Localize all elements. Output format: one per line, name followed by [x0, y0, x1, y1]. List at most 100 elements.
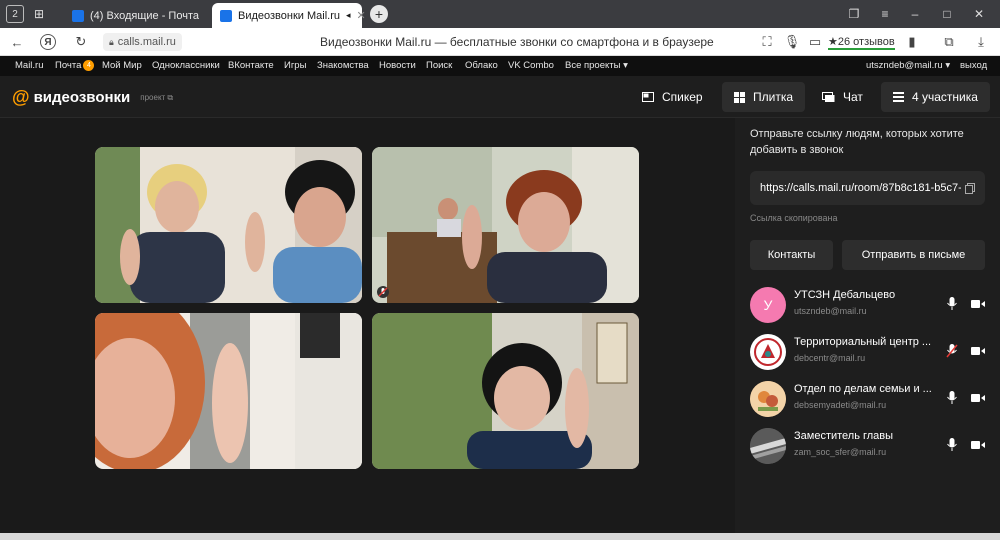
avatar-letter: У [763, 297, 773, 313]
video-feed-image [95, 147, 362, 303]
video-grid [0, 118, 735, 540]
url-field[interactable]: 🔒︎ calls.mail.ru [103, 33, 182, 51]
participant-name: УТСЗН Дебальцево [794, 289, 896, 301]
lock-icon: 🔒︎ [109, 36, 114, 47]
copy-icon[interactable] [965, 182, 975, 194]
portal-link-ok[interactable]: Одноклассники [152, 60, 220, 71]
avatar: У [750, 287, 786, 323]
chat-button[interactable]: Чат [810, 82, 875, 112]
portal-link-all-projects[interactable]: Все проекты ▾ [565, 60, 628, 71]
download-icon[interactable]: ⤓ [972, 33, 990, 51]
list-icon [893, 92, 904, 102]
portal-link-dating[interactable]: Знакомства [317, 60, 369, 71]
portal-link-moymir[interactable]: Мой Мир [102, 60, 142, 71]
avatar [750, 428, 786, 464]
video-feed-image [95, 313, 362, 469]
speaker-view-icon [642, 92, 654, 102]
app-header: @ видеозвонки проект ⧉ Спикер Плитка Чат… [0, 76, 1000, 118]
participant-name: Отдел по делам семьи и ... [794, 383, 932, 395]
avatar [750, 381, 786, 417]
invite-description: Отправьте ссылку людям, которых хотите д… [750, 128, 964, 156]
mic-icon[interactable] [946, 438, 958, 452]
address-bar: ← Я ↻ 🔒︎ calls.mail.ru Видеозвонки Mail.… [0, 28, 1000, 56]
chat-label: Чат [843, 90, 863, 104]
portal-link-pochta[interactable]: Почта 4 [55, 60, 95, 72]
minimize-icon[interactable]: – [906, 5, 924, 23]
logout-link[interactable]: выход [960, 60, 987, 71]
mic-off-icon [378, 287, 388, 297]
mail-favicon-icon [72, 9, 84, 22]
portal-link-label: Почта [55, 60, 82, 72]
participant-name: Территориальный центр ... [794, 336, 932, 348]
room-link-field[interactable]: https://calls.mail.ru/room/87b8c181-b5c7… [750, 171, 985, 205]
url-text: calls.mail.ru [117, 36, 176, 48]
mic-off-icon[interactable] [946, 344, 958, 358]
portal-link-news[interactable]: Новости [379, 60, 416, 71]
close-window-icon[interactable]: ✕ [970, 5, 988, 23]
video-tile[interactable] [372, 147, 639, 303]
yandex-icon[interactable]: Я [40, 34, 56, 50]
portal-link-games[interactable]: Игры [284, 60, 306, 71]
video-tile[interactable] [372, 313, 639, 469]
participants-label: 4 участника [912, 90, 978, 104]
back-arrow-icon[interactable]: ← [8, 33, 26, 51]
participant-item[interactable]: Отдел по делам семьи и ... debsemyadeti@… [750, 379, 990, 419]
participants-button[interactable]: 4 участника [881, 82, 990, 112]
user-email-menu[interactable]: utszndeb@mail.ru ▾ [866, 60, 950, 71]
logo-name: видеозвонки [33, 89, 131, 106]
reload-icon[interactable]: ↻ [72, 33, 90, 51]
portal-bar: Mail.ru Почта 4 Мой Мир Одноклассники ВКо… [0, 56, 1000, 76]
link-copied-status: Ссылка скопирована [750, 213, 838, 223]
portal-link-search[interactable]: Поиск [426, 60, 452, 71]
tab-inbox[interactable]: (4) Входящие - Почта Mail [64, 3, 210, 28]
mic-permission-icon[interactable]: 🎙︎ [783, 33, 801, 51]
reviews-badge[interactable]: ★26 отзывов [828, 35, 895, 50]
close-icon[interactable]: ✕ [357, 9, 366, 22]
send-email-button[interactable]: Отправить в письме [842, 240, 985, 270]
camera-permission-icon[interactable]: ⛶ [758, 33, 776, 51]
tab-counter-button[interactable]: 2 [6, 5, 24, 23]
video-tile[interactable] [95, 313, 362, 469]
bookmark-icon[interactable]: ▮ [903, 33, 921, 51]
contacts-button[interactable]: Контакты [750, 240, 833, 270]
menu-icon[interactable]: ≡ [876, 5, 894, 23]
speaker-view-label: Спикер [662, 90, 703, 104]
new-tab-button[interactable]: + [370, 5, 388, 23]
tab-label: Видеозвонки Mail.ru [238, 9, 340, 22]
org-logo-image [750, 381, 786, 417]
videocalls-logo[interactable]: @ видеозвонки проект ⧉ [12, 87, 173, 108]
video-permission-icon[interactable]: ▭ [806, 33, 824, 51]
new-folder-icon[interactable]: ⊞ [30, 5, 48, 23]
portal-link-mailru[interactable]: Mail.ru [15, 60, 44, 71]
portal-link-vk[interactable]: ВКонтакте [228, 60, 274, 71]
bookmarks-icon[interactable]: ❐ [845, 5, 863, 23]
mic-icon[interactable] [946, 297, 958, 311]
participant-email: zam_soc_sfer@mail.ru [794, 447, 887, 457]
portal-link-vkcombo[interactable]: VK Combo [508, 60, 554, 71]
muted-indicator [377, 286, 389, 298]
speaker-view-button[interactable]: Спикер [630, 82, 715, 112]
camera-icon[interactable] [971, 299, 985, 309]
participant-item[interactable]: Заместитель главы zam_soc_sfer@mail.ru [750, 426, 990, 466]
portal-link-cloud[interactable]: Облако [465, 60, 498, 71]
camera-icon[interactable] [971, 440, 985, 450]
extensions-icon[interactable]: ⧉ [940, 33, 958, 51]
camera-icon[interactable] [971, 393, 985, 403]
camera-icon[interactable] [971, 346, 985, 356]
mic-icon[interactable] [946, 391, 958, 405]
participant-email: utszndeb@mail.ru [794, 306, 867, 316]
tab-counter: 2 [12, 8, 18, 20]
video-tile[interactable] [95, 147, 362, 303]
participant-item[interactable]: У УТСЗН Дебальцево utszndeb@mail.ru [750, 285, 990, 325]
tab-videocalls[interactable]: Видеозвонки Mail.ru ◂ ✕ [212, 3, 366, 28]
org-logo-image [754, 338, 782, 366]
os-taskbar [0, 533, 1000, 540]
videocall-favicon-icon [220, 9, 232, 22]
maximize-icon[interactable]: □ [938, 5, 956, 23]
user-photo-image [750, 428, 786, 464]
participant-email: debcentr@mail.ru [794, 353, 866, 363]
grid-view-button[interactable]: Плитка [722, 82, 806, 112]
logo-project-label: проект ⧉ [140, 92, 174, 102]
participant-item[interactable]: Территориальный центр ... debcentr@mail.… [750, 332, 990, 372]
grid-view-icon [734, 91, 745, 103]
